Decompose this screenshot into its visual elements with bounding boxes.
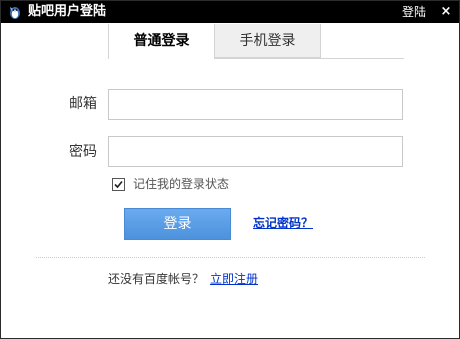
register-link[interactable]: 立即注册 bbox=[210, 272, 258, 286]
tab-phone-login[interactable]: 手机登录 bbox=[215, 24, 321, 58]
email-label: 邮箱 bbox=[69, 96, 97, 112]
password-label: 密码 bbox=[69, 144, 97, 160]
remember-label: 记住我的登录状态 bbox=[133, 177, 230, 191]
title-login-link[interactable]: 登陆 bbox=[402, 5, 426, 19]
email-field[interactable] bbox=[108, 89, 403, 120]
remember-checkbox[interactable] bbox=[112, 178, 125, 191]
password-field[interactable] bbox=[108, 136, 403, 167]
tab-normal-login[interactable]: 普通登录 bbox=[108, 24, 215, 59]
no-account-text: 还没有百度帐号？ bbox=[108, 272, 205, 286]
tieba-penguin-icon bbox=[10, 7, 20, 19]
login-dialog: 贴吧用户登陆 登陆 × 普通登录 手机登录 邮箱 密码 记住我的登录状态 登录 … bbox=[0, 0, 460, 339]
close-icon[interactable]: × bbox=[439, 4, 453, 20]
forgot-password-link[interactable]: 忘记密码？ bbox=[253, 216, 313, 230]
checkmark-icon bbox=[114, 180, 123, 189]
title-bar: 贴吧用户登陆 登陆 × bbox=[1, 1, 459, 23]
window-title: 贴吧用户登陆 bbox=[28, 4, 107, 19]
divider bbox=[36, 257, 425, 258]
login-button[interactable]: 登录 bbox=[124, 208, 231, 240]
